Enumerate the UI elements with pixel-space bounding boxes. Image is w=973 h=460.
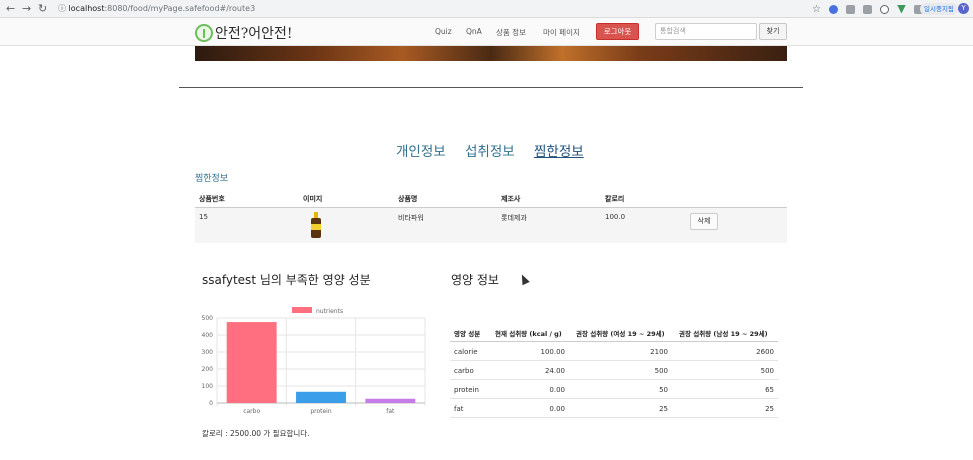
- nutrient-bar-chart: nutrients 500 400 300 200 100 0 carbo protein fat: [202, 307, 426, 415]
- column-header: 상품번호: [199, 195, 225, 203]
- table-header: 상품번호 이미지 상품명 제조사 칼로리: [195, 190, 787, 208]
- tab-favorites[interactable]: 찜한정보: [534, 140, 584, 160]
- nav-quiz[interactable]: Quiz: [435, 27, 452, 36]
- nutrient-value: 0.00: [549, 405, 565, 413]
- y-tick-label: 400: [202, 332, 214, 339]
- nav-qna[interactable]: QnA: [466, 27, 482, 36]
- bar-protein: [296, 391, 346, 403]
- star-icon[interactable]: ☆: [812, 4, 821, 15]
- y-tick-label: 0: [209, 400, 213, 407]
- spoon-fork-icon: [195, 24, 213, 42]
- info-icon[interactable]: ⓘ: [58, 4, 66, 13]
- product-id: 15: [199, 213, 208, 221]
- mouse-cursor-icon: [518, 272, 530, 286]
- nutrient-value: 500: [760, 367, 774, 375]
- nav-product-info[interactable]: 상품 정보: [496, 27, 526, 38]
- reload-icon[interactable]: ↻: [38, 2, 47, 15]
- nutrient-name: protein: [454, 386, 479, 394]
- table-row: fat 0.00 25 25: [450, 399, 778, 418]
- x-tick-label: carbo: [243, 408, 260, 415]
- column-header: 권장 섭취량 (여성 19 ~ 29세): [576, 330, 665, 338]
- column-header: 이미지: [303, 195, 323, 203]
- nutrient-value: 2600: [756, 348, 774, 356]
- product-calorie: 100.0: [605, 213, 626, 221]
- site-navbar: 안전?어안전! Quiz QnA 상품 정보 마이 페이지 로그아웃 통합검색 …: [0, 18, 973, 46]
- nutrition-heading: 영양 정보: [451, 273, 499, 287]
- profile-status[interactable]: 일시중지됨: [920, 3, 958, 15]
- arrow-left-icon[interactable]: ←: [6, 2, 15, 15]
- nutrient-value: 100.00: [540, 348, 566, 356]
- nutrient-value: 65: [765, 386, 774, 394]
- legend-label: nutrients: [316, 308, 343, 315]
- tab-personal-info[interactable]: 개인정보: [396, 140, 446, 160]
- url-path: :8080/food/myPage.safefood#/route3: [104, 4, 256, 13]
- nutrient-value: 50: [659, 386, 668, 394]
- search-input[interactable]: 통합검색: [655, 23, 757, 40]
- search-button[interactable]: 찾기: [759, 23, 787, 40]
- favorites-title: 찜한정보: [195, 174, 229, 184]
- calorie-note: 칼로리 : 2500.00 가 필요합니다.: [202, 429, 310, 438]
- extensions-bar: ☆: [812, 3, 923, 15]
- column-header: 칼로리: [605, 195, 625, 203]
- table-row: carbo 24.00 500 500: [450, 361, 778, 380]
- column-header: 상품명: [398, 195, 418, 203]
- nutrient-name: calorie: [454, 348, 478, 356]
- extension-icon[interactable]: [845, 4, 855, 14]
- column-header: 권장 섭취량 (남성 19 ~ 29세): [679, 330, 768, 338]
- table-row: protein 0.00 50 65: [450, 380, 778, 399]
- extension-icon[interactable]: [862, 4, 872, 14]
- legend-swatch: [292, 307, 312, 313]
- nutrient-value: 24.00: [544, 367, 565, 375]
- browser-toolbar: ← → ↻ ⓘ localhost:8080/food/myPage.safef…: [0, 0, 973, 18]
- nutrition-table: 영양 성분 현재 섭취량 (kcal / g) 권장 섭취량 (여성 19 ~ …: [450, 322, 778, 418]
- y-tick-label: 200: [202, 366, 214, 373]
- y-tick-label: 100: [202, 383, 214, 390]
- avatar[interactable]: Y: [958, 3, 969, 14]
- extension-icon[interactable]: [828, 4, 838, 14]
- nutrient-value: 25: [659, 405, 668, 413]
- column-header: 제조사: [501, 195, 521, 203]
- arrow-right-icon[interactable]: →: [22, 2, 31, 15]
- divider: [179, 87, 803, 88]
- nutrient-value: 0.00: [549, 386, 565, 394]
- table-row: calorie 100.00 2100 2600: [450, 342, 778, 361]
- url-host: localhost: [68, 4, 105, 13]
- block-icon[interactable]: [879, 4, 889, 14]
- deficit-heading: ssafytest 님의 부족한 영양 성분: [202, 273, 371, 287]
- x-tick-label: protein: [310, 408, 332, 415]
- nutrient-value: 25: [765, 405, 774, 413]
- bar-carbo: [226, 322, 277, 403]
- product-maker: 롯데제과: [501, 214, 527, 222]
- column-header: 현재 섭취량 (kcal / g): [495, 330, 562, 338]
- product-name: 비타파워: [398, 214, 424, 222]
- vue-devtools-icon[interactable]: [896, 4, 906, 14]
- tab-intake-info[interactable]: 섭취정보: [465, 140, 515, 160]
- column-header: 영양 성분: [454, 330, 481, 338]
- nutrient-value: 2100: [650, 348, 668, 356]
- nutrient-name: carbo: [454, 367, 474, 375]
- nav-my-page[interactable]: 마이 페이지: [543, 27, 580, 38]
- product-image: [311, 212, 321, 238]
- x-tick-label: fat: [386, 408, 395, 415]
- bar-fat: [365, 398, 416, 403]
- site-logo[interactable]: 안전?어안전!: [195, 22, 293, 44]
- logo-text: 안전?어안전!: [215, 26, 293, 42]
- favorites-table: 상품번호 이미지 상품명 제조사 칼로리 15 비타파워 롯데제과 100.0 …: [195, 190, 787, 243]
- logout-button[interactable]: 로그아웃: [596, 23, 639, 40]
- y-tick-label: 300: [202, 349, 214, 356]
- address-bar[interactable]: ⓘ localhost:8080/food/myPage.safefood#/r…: [58, 2, 830, 16]
- food-banner-image: [195, 46, 787, 61]
- delete-button[interactable]: 삭제: [690, 213, 718, 230]
- table-header: 영양 성분 현재 섭취량 (kcal / g) 권장 섭취량 (여성 19 ~ …: [450, 322, 778, 342]
- y-tick-label: 500: [202, 315, 214, 322]
- nutrient-name: fat: [454, 405, 464, 413]
- nutrient-value: 500: [654, 367, 668, 375]
